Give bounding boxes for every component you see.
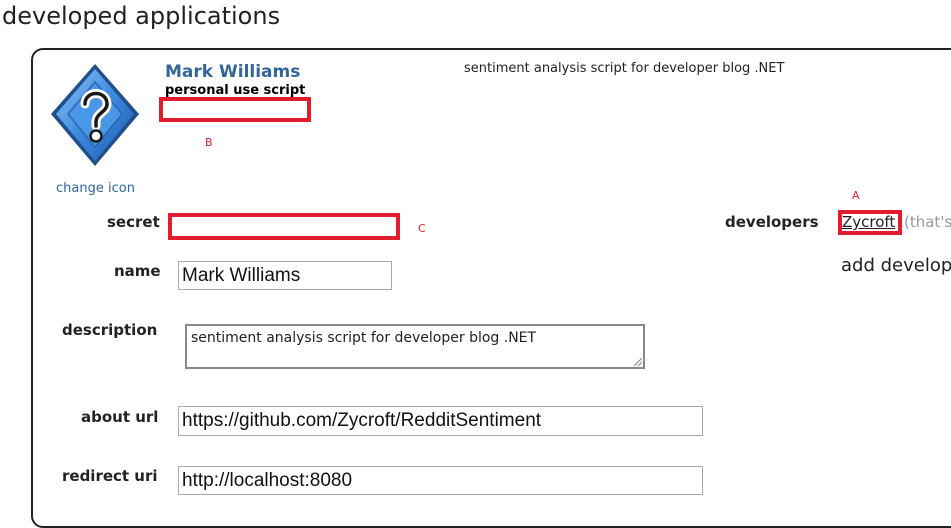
developer-note: (that's	[904, 213, 951, 231]
redirect-uri-label: redirect uri	[62, 467, 158, 485]
app-description-preview: sentiment analysis script for developer …	[464, 61, 785, 76]
change-icon-link[interactable]: change icon	[56, 181, 135, 196]
name-label: name	[114, 262, 161, 280]
add-developer-link[interactable]: add develop	[841, 255, 951, 276]
app-name: Mark Williams	[165, 62, 301, 82]
marker-a: A	[852, 189, 860, 202]
page-title: developed applications	[2, 2, 281, 30]
marker-c: C	[418, 222, 426, 235]
redaction-box-b	[159, 97, 311, 122]
secret-label: secret	[107, 213, 160, 231]
redirect-uri-field[interactable]	[178, 466, 703, 495]
about-url-field[interactable]	[178, 406, 703, 436]
redaction-box-a	[838, 210, 902, 235]
textarea-resize-handle[interactable]	[634, 358, 642, 366]
marker-b: B	[205, 136, 213, 149]
redaction-box-c	[168, 213, 400, 240]
description-field[interactable]: sentiment analysis script for developer …	[185, 324, 645, 369]
developers-label: developers	[725, 213, 819, 231]
question-mark-diamond-icon	[49, 62, 141, 170]
app-type-label: personal use script	[165, 83, 306, 98]
about-url-label: about url	[81, 408, 159, 426]
description-label: description	[62, 321, 158, 339]
name-field[interactable]	[178, 261, 392, 290]
